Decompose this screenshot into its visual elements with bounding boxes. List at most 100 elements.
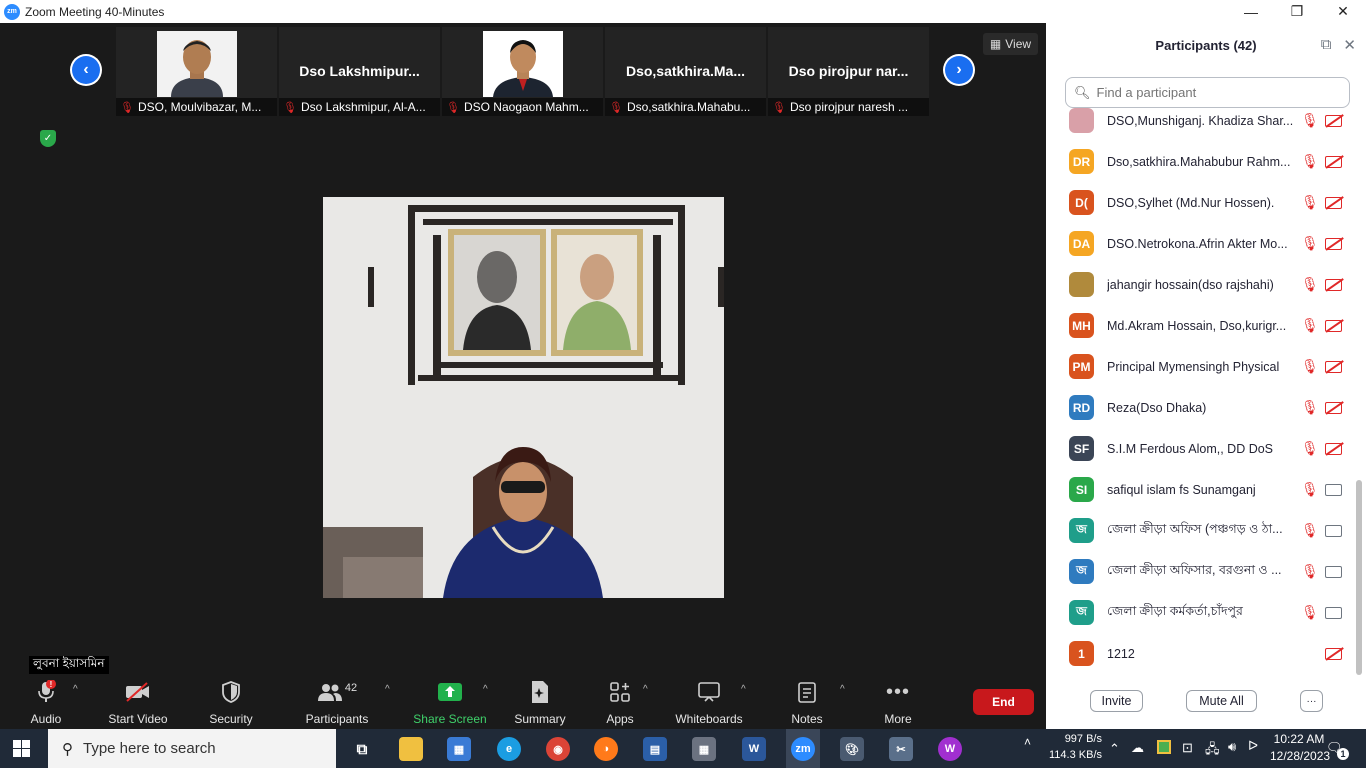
camera-off-icon[interactable]: [1325, 155, 1342, 168]
windows-start-button[interactable]: [13, 740, 30, 757]
camera-icon[interactable]: [1325, 524, 1342, 537]
camera-icon[interactable]: [1325, 565, 1342, 578]
mic-muted-icon[interactable]: 🎙: [1301, 235, 1319, 252]
participant-row[interactable]: SF S.I.M Ferdous Alom,, DD DoS 🎙: [1046, 428, 1356, 469]
more-button[interactable]: ••• More: [880, 676, 916, 729]
camera-off-icon[interactable]: [1325, 401, 1342, 414]
participant-row[interactable]: DSO,Munshiganj. Khadiza Shar... 🎙: [1046, 108, 1356, 141]
panel-more-button[interactable]: ···: [1300, 690, 1323, 712]
minimize-button[interactable]: —: [1228, 0, 1274, 23]
participant-row[interactable]: DA DSO.Netrokona.Afrin Akter Mo... 🎙: [1046, 223, 1356, 264]
camera-off-icon[interactable]: [1325, 319, 1342, 332]
mic-muted-icon[interactable]: 🎙: [1301, 563, 1319, 580]
apps-button[interactable]: Apps: [602, 676, 638, 729]
camera-off-icon[interactable]: [1325, 196, 1342, 209]
start-video-button[interactable]: Start Video: [104, 676, 172, 729]
share-screen-button[interactable]: Share Screen: [413, 676, 487, 729]
close-panel-icon[interactable]: ✕: [1343, 36, 1356, 54]
close-button[interactable]: ✕: [1320, 0, 1366, 23]
zoom-taskbar-icon[interactable]: zm: [791, 737, 815, 761]
next-page-button[interactable]: ›: [943, 54, 975, 86]
prev-page-button[interactable]: ‹: [70, 54, 102, 86]
firefox-icon[interactable]: ◑: [594, 737, 618, 761]
microsoft-store-icon[interactable]: ▦: [447, 737, 471, 761]
mic-muted-icon[interactable]: 🎙: [1301, 358, 1319, 375]
snipping-tool-icon[interactable]: ✂: [889, 737, 913, 761]
file-explorer-icon[interactable]: [399, 737, 423, 761]
edge-icon[interactable]: e: [497, 737, 521, 761]
camera-off-icon[interactable]: [1325, 237, 1342, 250]
participant-thumbnail[interactable]: 🎙 DSO Naogaon Mahm...: [442, 27, 603, 116]
tray-up-arrow-icon[interactable]: ⌃: [1109, 741, 1120, 757]
participant-row[interactable]: MH Md.Akram Hossain, Dso,kurigr... 🎙: [1046, 305, 1356, 346]
task-view-icon[interactable]: ⧉: [350, 737, 374, 761]
participant-row[interactable]: D(DSO,Sylhet (Md.Nur Hossen). 🎙: [1046, 182, 1356, 223]
mic-muted-icon[interactable]: 🎙: [1301, 153, 1319, 170]
pop-out-icon[interactable]: ⧉: [1321, 36, 1332, 54]
summary-button[interactable]: Summary: [511, 676, 569, 729]
camera-off-icon[interactable]: [1325, 114, 1342, 127]
input-language-icon[interactable]: ᐅ: [1248, 738, 1258, 754]
notes-options-caret[interactable]: ^: [840, 684, 845, 695]
calculator-icon[interactable]: ▦: [692, 737, 716, 761]
mic-muted-icon[interactable]: 🎙: [1301, 276, 1319, 293]
word-icon[interactable]: W: [742, 737, 766, 761]
participant-thumbnail[interactable]: Dso pirojpur nar... 🎙 Dso pirojpur naresh…: [768, 27, 929, 116]
mic-muted-icon[interactable]: 🎙: [1301, 522, 1319, 539]
tray-device-icon[interactable]: ⊡: [1182, 740, 1193, 756]
participant-row[interactable]: DR Dso,satkhira.Mahabubur Rahm... 🎙: [1046, 141, 1356, 182]
camera-off-icon[interactable]: [1325, 278, 1342, 291]
camera-off-icon[interactable]: [1325, 647, 1342, 660]
tray-app-icon[interactable]: [1157, 740, 1171, 754]
taskbar-search[interactable]: ⚲ Type here to search: [48, 729, 336, 768]
participant-thumbnail[interactable]: 🎙 DSO, Moulvibazar, M...: [116, 27, 277, 116]
participant-row[interactable]: 1 1212: [1046, 633, 1356, 673]
participant-row[interactable]: jahangir hossain(dso rajshahi) 🎙: [1046, 264, 1356, 305]
audio-button[interactable]: ! Audio: [28, 676, 64, 729]
mic-muted-icon[interactable]: 🎙: [1301, 440, 1319, 457]
participant-thumbnail[interactable]: Dso,satkhira.Ma... 🎙 Dso,satkhira.Mahabu.…: [605, 27, 766, 116]
security-button[interactable]: Security: [206, 676, 256, 729]
mic-muted-icon[interactable]: 🎙: [1301, 317, 1319, 334]
participants-button[interactable]: 42 Participants: [304, 676, 370, 729]
onedrive-icon[interactable]: ☁: [1131, 740, 1144, 756]
reader-app-icon[interactable]: ▤: [643, 737, 667, 761]
participant-search[interactable]: 🔍︎: [1065, 77, 1350, 108]
invite-button[interactable]: Invite: [1090, 690, 1143, 712]
mic-muted-icon[interactable]: 🎙: [1301, 194, 1319, 211]
mic-muted-icon[interactable]: 🎙: [1301, 604, 1319, 621]
encryption-shield-icon[interactable]: ✓: [40, 130, 56, 147]
mute-all-button[interactable]: Mute All: [1186, 690, 1257, 712]
chrome-icon[interactable]: ◉: [546, 737, 570, 761]
apps-options-caret[interactable]: ^: [643, 684, 648, 695]
maximize-button[interactable]: ❐: [1274, 0, 1320, 23]
camera-off-icon[interactable]: [1325, 360, 1342, 373]
share-options-caret[interactable]: ^: [483, 684, 488, 695]
view-button[interactable]: ▦ View: [983, 33, 1038, 55]
end-meeting-button[interactable]: End: [973, 689, 1034, 715]
mic-muted-icon[interactable]: 🎙: [1301, 112, 1319, 129]
network-icon[interactable]: 🖧︎: [1205, 740, 1220, 762]
participants-options-caret[interactable]: ^: [385, 684, 390, 695]
paint-icon[interactable]: 🎨︎: [840, 737, 864, 761]
participant-row[interactable]: জ জেলা ক্রীড়া কর্মকর্তা,চাঁদপুর 🎙: [1046, 592, 1356, 633]
clock-time[interactable]: 10:22 AM: [1270, 732, 1328, 746]
browser-app-icon[interactable]: W: [938, 737, 962, 761]
camera-off-icon[interactable]: [1325, 442, 1342, 455]
tray-chevron-icon[interactable]: ˄: [1024, 735, 1031, 749]
notes-button[interactable]: Notes: [789, 676, 825, 729]
participant-row[interactable]: SI safiqul islam fs Sunamganj 🎙: [1046, 469, 1356, 510]
volume-icon[interactable]: 🔊︎: [1228, 739, 1236, 755]
audio-options-caret[interactable]: ^: [73, 684, 78, 695]
participant-search-input[interactable]: [1096, 85, 1337, 100]
participant-row[interactable]: জ জেলা ক্রীড়া অফিসার, বরগুনা ও ... 🎙: [1046, 551, 1356, 592]
camera-icon[interactable]: [1325, 483, 1342, 496]
camera-icon[interactable]: [1325, 606, 1342, 619]
participant-row[interactable]: জ জেলা ক্রীড়া অফিস (পঞ্চগড় ও ঠা... 🎙: [1046, 510, 1356, 551]
mic-muted-icon[interactable]: 🎙: [1301, 481, 1319, 498]
participant-row[interactable]: RD Reza(Dso Dhaka) 🎙: [1046, 387, 1356, 428]
mic-muted-icon[interactable]: 🎙: [1301, 399, 1319, 416]
participant-row[interactable]: PM Principal Mymensingh Physical 🎙: [1046, 346, 1356, 387]
whiteboards-options-caret[interactable]: ^: [741, 684, 746, 695]
participant-thumbnail[interactable]: Dso Lakshmipur... 🎙 Dso Lakshmipur, Al-A.…: [279, 27, 440, 116]
